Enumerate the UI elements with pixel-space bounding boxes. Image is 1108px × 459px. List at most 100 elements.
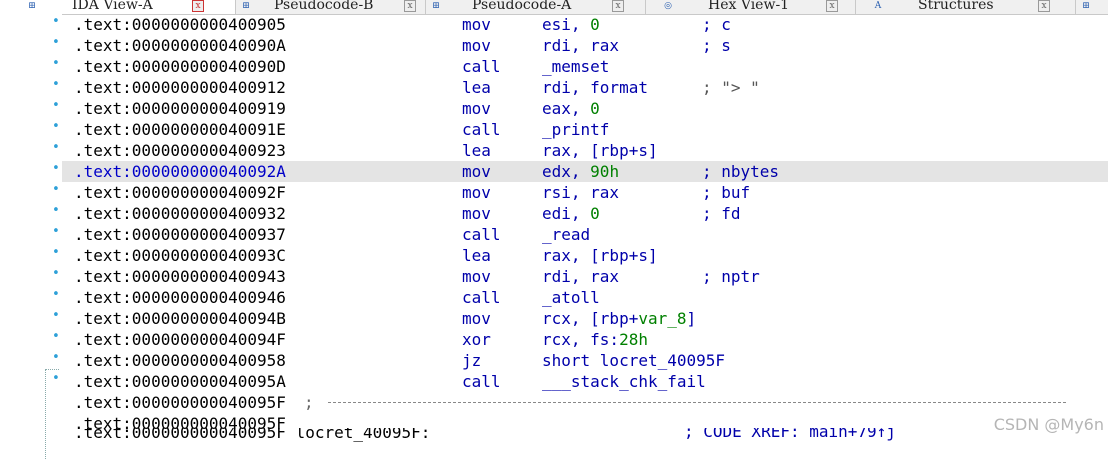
operand-text: rdi, rax [542, 267, 620, 286]
close-icon[interactable]: x [192, 0, 204, 12]
tab-4[interactable]: A Structures x [856, 0, 1076, 14]
breakpoint-bullet-icon[interactable]: • [52, 308, 60, 329]
row-operands: rdi, rax [542, 35, 619, 56]
breakpoint-bullet-icon[interactable]: • [52, 329, 60, 350]
breakpoint-bullet-icon[interactable]: • [52, 161, 60, 182]
row-address: .text:000000000040095F [74, 393, 286, 412]
row-comment: ; fd [702, 204, 741, 223]
row-operands: rax, [rbp+s] [542, 245, 658, 266]
tab-label: IDA View-A [72, 0, 153, 13]
breakpoint-bullet-icon[interactable]: • [52, 266, 60, 287]
row-address: .text:0000000000400923 [74, 141, 286, 160]
row-mnemonic: mov [462, 309, 491, 328]
tab-5[interactable]: ⊞ [1076, 0, 1108, 14]
operand-number: 0 [590, 204, 600, 223]
breakpoint-bullet-icon[interactable]: • [52, 224, 60, 245]
operand-text: rcx, fs: [542, 330, 620, 349]
disassembly-listing[interactable]: • .text:0000000000400905 mov esi, 0; c • .tex… [0, 14, 1108, 459]
breakpoint-bullet-icon[interactable]: • [52, 98, 60, 119]
listing-row[interactable]: • .text:000000000040094B mov rcx, [rbp+var_… [52, 308, 1108, 329]
listing-row[interactable]: • .text:000000000040091E call _printf [52, 119, 1108, 140]
breakpoint-bullet-icon[interactable]: • [52, 140, 60, 161]
listing-row[interactable]: • .text:0000000000400958 jz short locret_40… [52, 350, 1108, 371]
close-icon[interactable]: x [612, 0, 624, 12]
row-address: .text:0000000000400937 [74, 225, 286, 244]
operand-text: _atoll [542, 288, 600, 307]
row-mnemonic: mov [462, 267, 491, 286]
listing-row[interactable]: • .text:0000000000400937 call _read [52, 224, 1108, 245]
close-icon[interactable]: x [826, 0, 838, 12]
row-comment: ; "> " [702, 78, 760, 97]
close-icon[interactable]: x [1038, 0, 1050, 12]
breakpoint-bullet-icon[interactable]: • [52, 245, 60, 266]
row-address: .text:000000000040090A [74, 36, 286, 55]
listing-row[interactable]: • .text:000000000040090A mov rdi, rax ; s [52, 35, 1108, 56]
listing-row[interactable]: • .text:000000000040094F xor rcx, fs:28h [52, 329, 1108, 350]
listing-row[interactable]: .text:000000000040095F; [62, 392, 1108, 413]
row-address: .text:000000000040094B [74, 309, 286, 328]
listing-row[interactable]: • .text:000000000040093C lea rax, [rbp+s] [52, 245, 1108, 266]
operand-number: 90h [590, 162, 620, 181]
operand-number: 0 [590, 99, 600, 118]
breakpoint-bullet-icon[interactable]: • [52, 56, 60, 77]
listing-row[interactable]: • .text:0000000000400919 mov eax, 0 [52, 98, 1108, 119]
breakpoint-bullet-icon[interactable]: • [52, 287, 60, 308]
tab-label: Pseudocode-B [274, 0, 374, 13]
row-mnemonic: call [462, 372, 501, 391]
row-mnemonic: call [462, 288, 501, 307]
tab-3[interactable]: ◎ Hex View-1 x [646, 0, 856, 14]
listing-row[interactable]: • .text:0000000000400946 call _atoll [52, 287, 1108, 308]
row-mnemonic: mov [462, 162, 491, 181]
operand-text: rsi, rax [542, 183, 620, 202]
row-operands: rax, [rbp+s] [542, 140, 658, 161]
row-mnemonic: call [462, 120, 501, 139]
listing-row-partial[interactable]: .text:000000000040095F locret_40095F: ; … [62, 428, 1108, 446]
breakpoint-bullet-icon[interactable]: • [52, 371, 60, 392]
listing-row[interactable]: • .text:000000000040092F mov rsi, rax ; buf [52, 182, 1108, 203]
tab-0[interactable]: ⊞ IDA View-A x [0, 0, 236, 14]
tab-label: Pseudocode-A [472, 0, 572, 13]
listing-row[interactable]: • .text:000000000040095A call ___stack_chk_… [52, 371, 1108, 392]
row-mnemonic: lea [462, 246, 491, 265]
tab-view-icon: ⊞ [432, 1, 440, 11]
row-comment: ; nbytes [702, 162, 780, 181]
partial-row-comment: ; CODE XREF: main+79↑j [684, 428, 896, 441]
row-address: .text:0000000000400943 [74, 267, 286, 286]
row-operands: _printf [542, 119, 609, 140]
row-mnemonic: call [462, 57, 501, 76]
breakpoint-bullet-icon[interactable]: • [52, 14, 60, 35]
row-mnemonic: lea [462, 78, 491, 97]
row-operands: rdi, rax [542, 266, 619, 287]
breakpoint-bullet-icon[interactable]: • [52, 35, 60, 56]
row-address: .text:0000000000400932 [74, 204, 286, 223]
row-mnemonic: jz [462, 351, 482, 370]
row-operands: edi, 0 [542, 203, 600, 224]
operand-text: ___stack_chk_fail [542, 372, 706, 391]
close-icon[interactable]: x [404, 0, 416, 12]
row-address: .text:0000000000400905 [74, 15, 286, 34]
tab-1[interactable]: ⊞ Pseudocode-B x [236, 0, 426, 14]
operand-text: rax, [rbp+s] [542, 246, 658, 265]
row-mnemonic: call [462, 225, 501, 244]
breakpoint-bullet-icon[interactable]: • [52, 119, 60, 140]
breakpoint-bullet-icon[interactable]: • [52, 203, 60, 224]
listing-row[interactable]: • .text:000000000040090D call _memset [52, 56, 1108, 77]
breakpoint-bullet-icon[interactable]: • [52, 350, 60, 371]
listing-row[interactable]: • .text:0000000000400923 lea rax, [rbp+s] [52, 140, 1108, 161]
listing-row[interactable]: • .text:0000000000400943 mov rdi, rax ; nptr [52, 266, 1108, 287]
tab-view-icon: ◎ [664, 1, 672, 11]
listing-row[interactable]: • .text:0000000000400912 lea rdi, format ; "… [52, 77, 1108, 98]
listing-row[interactable]: • .text:0000000000400905 mov esi, 0 ; c [52, 14, 1108, 35]
breakpoint-bullet-icon[interactable]: • [52, 77, 60, 98]
row-address: .text:000000000040093C [74, 246, 286, 265]
row-mnemonic: mov [462, 99, 491, 118]
row-address: .text:000000000040092F [74, 183, 286, 202]
listing-row[interactable]: • .text:0000000000400932 mov edi, 0 ; fd [52, 203, 1108, 224]
listing-row[interactable]: • .text:000000000040092A mov edx, 90h ; nbyt… [52, 161, 1108, 182]
operand-text: rax, [rbp+s] [542, 141, 658, 160]
row-address: .text:000000000040094F [74, 330, 286, 349]
breakpoint-bullet-icon[interactable]: • [52, 182, 60, 203]
tab-2[interactable]: ⊞ Pseudocode-A x [426, 0, 646, 14]
row-address: .text:000000000040091E [74, 120, 286, 139]
row-address: .text:0000000000400958 [74, 351, 286, 370]
